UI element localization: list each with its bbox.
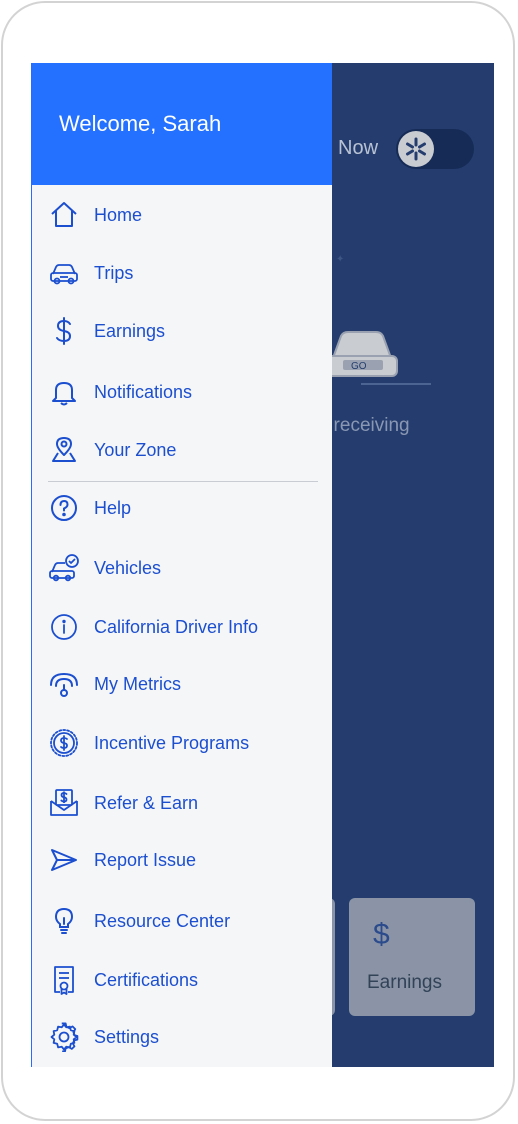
spark-logo-icon <box>398 131 434 167</box>
menu-item-label: Home <box>94 204 143 225</box>
coin-icon <box>48 727 80 759</box>
earnings-card[interactable]: $ Earnings <box>349 898 475 1016</box>
menu-item-label: Report Issue <box>94 849 197 870</box>
gauge-icon <box>48 668 80 700</box>
envelope-dollar-icon <box>48 787 80 819</box>
sparkle-icon: ✦ <box>336 254 345 265</box>
certificate-icon <box>48 964 80 996</box>
svg-text:GO: GO <box>351 361 367 372</box>
menu-item-earnings[interactable]: Earnings <box>32 309 332 353</box>
car-illustration: GO <box>321 328 431 388</box>
menu-item-label: Settings <box>94 1026 160 1047</box>
online-now-label: Now <box>338 137 379 159</box>
app-screen: Now ✦ GO t receiving $ Earnings Welcome,… <box>31 63 494 1067</box>
menu-item-label: Notifications <box>94 381 193 402</box>
send-icon <box>48 844 80 876</box>
menu-item-trips[interactable]: Trips <box>32 251 332 295</box>
menu-item-resource-center[interactable]: Resource Center <box>32 899 332 943</box>
menu-item-label: California Driver Info <box>94 616 259 637</box>
earnings-card-label: Earnings <box>367 972 442 993</box>
menu-item-incentive-programs[interactable]: Incentive Programs <box>32 721 332 765</box>
question-icon <box>48 492 80 524</box>
menu-item-notifications[interactable]: Notifications <box>32 370 332 414</box>
menu-item-certifications[interactable]: Certifications <box>32 958 332 1002</box>
map-pin-icon <box>48 434 80 466</box>
gear-icon <box>48 1021 80 1053</box>
menu-item-california-driver-info[interactable]: California Driver Info <box>32 605 332 649</box>
status-text: t receiving <box>323 415 410 436</box>
menu-item-label: Help <box>94 497 132 518</box>
menu-item-label: Earnings <box>94 320 166 341</box>
menu-item-vehicles[interactable]: Vehicles <box>32 546 332 590</box>
vehicle-check-icon <box>48 552 80 584</box>
menu-item-label: My Metrics <box>94 673 181 694</box>
welcome-text: Welcome, Sarah <box>59 111 222 136</box>
dollar-icon: $ <box>373 918 390 951</box>
menu-item-help[interactable]: Help <box>32 486 332 530</box>
menu-item-label: Resource Center <box>94 910 231 931</box>
lightbulb-icon <box>48 905 80 937</box>
menu-item-refer-earn[interactable]: Refer & Earn <box>32 781 332 825</box>
online-toggle[interactable] <box>396 129 474 169</box>
menu-item-label: Your Zone <box>94 439 177 460</box>
menu-item-settings[interactable]: Settings <box>32 1015 332 1059</box>
menu-item-home[interactable]: Home <box>32 193 332 237</box>
menu-item-my-metrics[interactable]: My Metrics <box>32 662 332 706</box>
menu-item-label: Trips <box>94 262 134 283</box>
menu-item-report-issue[interactable]: Report Issue <box>32 838 332 882</box>
home-icon <box>48 199 80 231</box>
dollar-icon <box>48 315 80 347</box>
menu-item-label: Vehicles <box>94 557 162 578</box>
info-icon <box>48 611 80 643</box>
menu-divider <box>48 481 318 482</box>
menu-item-label: Certifications <box>94 969 199 990</box>
car-icon <box>48 257 80 289</box>
menu-item-label: Incentive Programs <box>94 732 250 753</box>
menu-item-your-zone[interactable]: Your Zone <box>32 428 332 472</box>
menu-item-label: Refer & Earn <box>94 792 199 813</box>
phone-frame: Now ✦ GO t receiving $ Earnings Welcome,… <box>1 1 515 1121</box>
navigation-drawer: Welcome, Sarah Home Trips Earnings Notif… <box>31 63 332 1067</box>
drawer-header: Welcome, Sarah <box>32 63 332 185</box>
bell-icon <box>48 376 80 408</box>
